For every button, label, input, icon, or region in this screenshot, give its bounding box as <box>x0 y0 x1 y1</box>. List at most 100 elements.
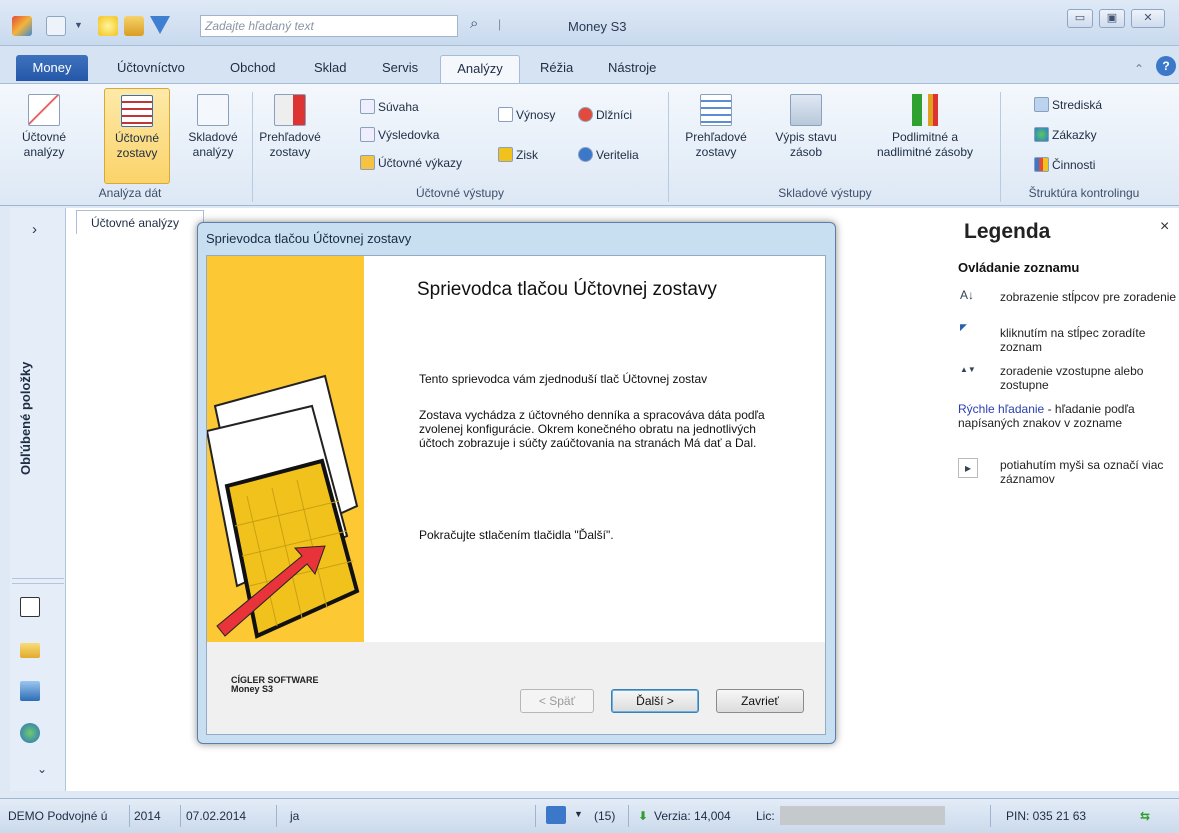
activities-icon <box>1034 157 1049 172</box>
favorites-label: Obľúbené položky <box>16 270 36 490</box>
vynosy-button[interactable]: Výnosy <box>498 106 555 124</box>
group-separator <box>1000 92 1001 202</box>
status-separator <box>990 805 991 827</box>
maximize-button[interactable]: ▣ <box>1099 9 1125 28</box>
legend-close-icon[interactable]: × <box>1160 218 1169 236</box>
group-label: Účtovné výstupy <box>415 186 505 200</box>
tab-sklad[interactable]: Sklad <box>306 55 355 81</box>
search-icon[interactable]: ⌕ <box>458 15 498 37</box>
close-button[interactable]: ✕ <box>1131 9 1165 28</box>
button-label: Účtovné <box>114 131 160 145</box>
creditors-icon <box>578 147 593 162</box>
wizard-intro: Tento sprievodca vám zjednoduší tlač Účt… <box>419 372 708 386</box>
button-label: Skladové <box>188 130 238 144</box>
warehouse-overview-icon <box>700 94 732 126</box>
back-button[interactable]: < Späť <box>520 689 594 713</box>
button-label: Výsledovka <box>378 128 440 142</box>
filter-icon[interactable] <box>150 16 170 34</box>
button-label: Podlimitné a <box>891 130 959 144</box>
button-label: analýzy <box>192 145 234 159</box>
cigler-logo: CÍGLER SOFTWARE Money S3 <box>231 676 319 694</box>
zakazky-button[interactable]: Zákazky <box>1034 126 1097 144</box>
legend-item: zobrazenie stĺpcov pre zoradenie <box>1000 290 1177 304</box>
button-label: Účtovné <box>21 130 67 144</box>
folder-icon[interactable] <box>20 643 40 658</box>
status-separator <box>180 805 181 827</box>
income-statement-icon <box>360 127 375 142</box>
home-icon[interactable] <box>20 681 40 701</box>
vypis-stavu-zasob-button[interactable]: Výpis stavu zásob <box>766 88 846 184</box>
ribbon: Účtovné analýzy Účtovné zostavy Skladové… <box>0 83 1179 206</box>
search-input[interactable]: Zadajte hľadaný text <box>200 15 458 37</box>
group-separator <box>252 92 253 202</box>
tab-money[interactable]: Money <box>16 55 88 81</box>
vysledovka-button[interactable]: Výsledovka <box>360 126 439 144</box>
button-label: Strediská <box>1052 98 1103 112</box>
status-license-label: Lic: <box>756 809 775 823</box>
sync-icon[interactable]: ⇆ <box>1140 809 1150 823</box>
app-title: Money S3 <box>568 19 627 34</box>
wizard-banner <box>205 256 364 642</box>
zisk-button[interactable]: Zisk <box>498 146 538 164</box>
tab-obchod[interactable]: Obchod <box>222 55 284 81</box>
report-list-icon <box>121 95 153 127</box>
podlimitne-zasoby-button[interactable]: Podlimitné a nadlimitné zásoby <box>860 88 990 184</box>
panel-splitter[interactable] <box>12 578 64 584</box>
veritelia-button[interactable]: Veritelia <box>578 146 639 164</box>
button-label: zostavy <box>269 145 311 159</box>
button-label: zostavy <box>116 146 158 160</box>
next-button[interactable]: Ďalší > <box>611 689 699 713</box>
analysis-chart-icon <box>28 94 60 126</box>
folder-star-icon[interactable] <box>124 16 144 36</box>
dialog-title: Sprievodca tlačou Účtovnej zostavy <box>206 231 412 246</box>
tab-nastroje[interactable]: Nástroje <box>600 55 664 81</box>
minimize-button[interactable]: ▭ <box>1067 9 1093 28</box>
app-menu-icon[interactable] <box>12 16 32 36</box>
uctovne-analyzy-button[interactable]: Účtovné analýzy <box>16 88 72 184</box>
tab-uctovnictvo[interactable]: Účtovníctvo <box>109 55 193 81</box>
debtors-icon <box>578 107 593 122</box>
uctovne-vykazy-button[interactable]: Účtovné výkazy <box>360 154 462 172</box>
scroll-down-icon[interactable]: ⌄ <box>37 762 47 776</box>
favorites-text: Obľúbené položky <box>18 361 33 475</box>
shortcut-icon[interactable] <box>20 597 40 617</box>
rss-icon[interactable] <box>546 806 566 824</box>
suvaha-button[interactable]: Súvaha <box>360 98 419 116</box>
cinnosti-button[interactable]: Činnosti <box>1034 156 1095 174</box>
close-dialog-button[interactable]: Zavrieť <box>716 689 804 713</box>
dropdown-icon[interactable]: ▼ <box>74 20 83 30</box>
expand-panel-icon[interactable]: › <box>32 221 37 238</box>
dialog-body: Sprievodca tlačou Účtovnej zostavy Tento… <box>205 255 826 735</box>
globe-icon[interactable] <box>20 723 40 743</box>
skladove-analyzy-button[interactable]: Skladové analýzy <box>182 88 244 184</box>
button-label: Činnosti <box>1052 158 1096 172</box>
status-separator <box>276 805 277 827</box>
uctovne-zostavy-button[interactable]: Účtovné zostavy <box>104 88 170 184</box>
wizard-dialog: Sprievodca tlačou Účtovnej zostavy Sprie… <box>197 222 836 744</box>
help-icon[interactable]: ? <box>1156 56 1176 76</box>
ribbon-collapse-icon[interactable]: ⌃ <box>1134 62 1144 76</box>
button-label: zostavy <box>695 145 737 159</box>
tab-uctovne-analyzy[interactable]: Účtovné analýzy <box>76 210 204 234</box>
column-click-icon: ◤ <box>960 322 967 332</box>
sort-columns-icon: A↓ <box>960 288 975 302</box>
tab-analyzy[interactable]: Analýzy <box>440 55 520 84</box>
status-separator <box>628 805 629 827</box>
tab-rezia[interactable]: Réžia <box>532 55 581 81</box>
button-label: Zákazky <box>1052 128 1097 142</box>
quick-search-label: Rýchle hľadanie <box>958 402 1045 416</box>
separator: | <box>498 17 502 31</box>
button-label: nadlimitné zásoby <box>876 145 974 159</box>
sklad-prehladove-zostavy-button[interactable]: Prehľadové zostavy <box>674 88 758 184</box>
warehouse-report-icon <box>197 94 229 126</box>
logo-line: Money S3 <box>231 684 274 694</box>
prehladove-zostavy-button[interactable]: Prehľadové zostavy <box>256 88 324 184</box>
status-pin: PIN: 035 21 63 <box>1006 809 1087 823</box>
list-icon[interactable] <box>46 16 66 36</box>
dlznici-button[interactable]: Dlžníci <box>578 106 632 124</box>
status-separator <box>535 805 536 827</box>
bulb-icon[interactable] <box>98 16 118 36</box>
rss-dropdown-icon[interactable]: ▼ <box>574 809 583 819</box>
strediska-button[interactable]: Strediská <box>1034 96 1102 114</box>
tab-servis[interactable]: Servis <box>374 55 426 81</box>
